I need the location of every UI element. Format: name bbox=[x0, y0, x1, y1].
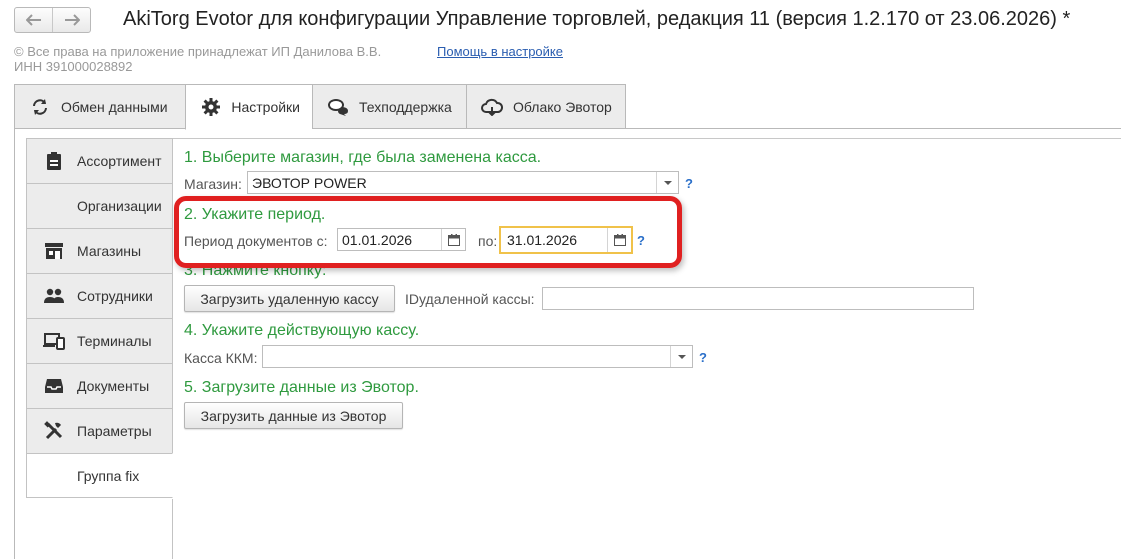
window-title: AkiTorg Evotor для конфигурации Управлен… bbox=[123, 8, 1071, 30]
tab-label: Настройки bbox=[231, 99, 300, 115]
help-icon[interactable]: ? bbox=[685, 176, 693, 191]
store-icon bbox=[43, 240, 65, 262]
remote-id-input[interactable] bbox=[542, 287, 974, 310]
tab-label: Обмен данными bbox=[61, 98, 168, 115]
sidebar-item-stores[interactable]: Магазины bbox=[26, 228, 173, 273]
sync-icon bbox=[29, 96, 51, 118]
inn-text: ИНН 391000028892 bbox=[14, 59, 133, 74]
people-icon bbox=[43, 285, 65, 307]
copyright-info: © Все права на приложение принадлежат ИП… bbox=[14, 44, 381, 74]
sidebar-item-label: Организации bbox=[77, 198, 162, 214]
sidebar-item-parameters[interactable]: Параметры bbox=[26, 408, 173, 453]
store-value: ЭВОТОР POWER bbox=[252, 174, 367, 191]
inbox-icon bbox=[43, 375, 65, 397]
back-button[interactable] bbox=[15, 8, 52, 32]
help-icon[interactable]: ? bbox=[699, 350, 707, 365]
tab-label: Техподдержка bbox=[359, 98, 452, 115]
sidebar-item-employees[interactable]: Сотрудники bbox=[26, 273, 173, 318]
kkm-label: Касса ККМ: bbox=[184, 350, 258, 366]
kkm-select[interactable] bbox=[262, 345, 693, 368]
sidebar-item-organizations[interactable]: Организации bbox=[26, 183, 173, 228]
sidebar-item-label: Документы bbox=[77, 378, 150, 394]
step-4-heading: 4. Укажите действующую кассу. bbox=[184, 322, 420, 339]
sidebar-item-label: Терминалы bbox=[77, 333, 152, 349]
sidebar-item-terminals[interactable]: Терминалы bbox=[26, 318, 173, 363]
tab-support[interactable]: Техподдержка bbox=[312, 84, 466, 129]
sidebar-item-group-fix[interactable]: Группа fix bbox=[26, 453, 173, 498]
sidebar-border bbox=[172, 499, 173, 559]
copyright-text: © Все права на приложение принадлежат ИП… bbox=[14, 44, 382, 59]
sidebar-item-label: Параметры bbox=[77, 423, 152, 439]
chevron-down-icon[interactable] bbox=[670, 346, 692, 367]
sidebar-item-documents[interactable]: Документы bbox=[26, 363, 173, 408]
load-remote-kkm-button[interactable]: Загрузить удаленную кассу bbox=[184, 285, 395, 312]
remote-id-label: IDудаленной кассы: bbox=[405, 291, 535, 307]
forward-button[interactable] bbox=[52, 8, 90, 32]
store-select[interactable]: ЭВОТОР POWER bbox=[247, 171, 679, 194]
tools-icon bbox=[43, 420, 65, 442]
inner-divider bbox=[26, 138, 1121, 139]
step-5-heading: 5. Загрузите данные из Эвотор. bbox=[184, 379, 419, 396]
help-link[interactable]: Помощь в настройке bbox=[437, 44, 563, 59]
step-1-heading: 1. Выберите магазин, где была заменена к… bbox=[184, 149, 542, 166]
gear-icon bbox=[200, 96, 221, 118]
tab-evotor-cloud[interactable]: Облако Эвотор bbox=[466, 84, 626, 129]
sidebar-item-label: Группа fix bbox=[77, 467, 140, 484]
cloud-icon bbox=[481, 96, 503, 118]
main-tabs: Обмен данными Настройки Техподдержка Обл… bbox=[14, 84, 626, 130]
sidebar-item-assortment[interactable]: Ассортимент bbox=[26, 138, 173, 183]
tab-settings[interactable]: Настройки bbox=[185, 84, 312, 130]
sidebar-item-label: Сотрудники bbox=[77, 288, 153, 304]
annotation-highlight bbox=[174, 196, 682, 268]
chevron-down-icon[interactable] bbox=[656, 172, 678, 193]
tab-label: Облако Эвотор bbox=[513, 98, 612, 115]
history-nav bbox=[14, 7, 91, 33]
frame-border bbox=[14, 128, 15, 559]
clipboard-icon bbox=[43, 150, 65, 172]
sidebar: Ассортимент Организации Магазины Сотрудн… bbox=[26, 138, 173, 498]
store-label: Магазин: bbox=[184, 176, 242, 192]
load-evotor-data-button[interactable]: Загрузить данные из Эвотор bbox=[184, 402, 403, 429]
chat-icon bbox=[327, 96, 349, 118]
devices-icon bbox=[43, 330, 65, 352]
tab-data-exchange[interactable]: Обмен данными bbox=[14, 84, 185, 129]
arrow-left-icon bbox=[25, 14, 41, 26]
sidebar-item-label: Магазины bbox=[77, 243, 142, 259]
sidebar-item-label: Ассортимент bbox=[77, 153, 162, 169]
arrow-right-icon bbox=[64, 14, 80, 26]
tabs-divider bbox=[312, 128, 1121, 129]
